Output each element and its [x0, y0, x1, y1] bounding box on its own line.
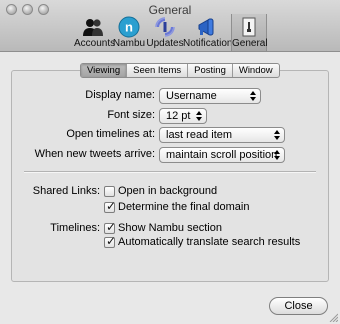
toolbar-notifications[interactable]: Notifications — [183, 16, 238, 50]
toolbar-updates-label: Updates — [146, 38, 184, 49]
resize-grip-icon[interactable] — [328, 312, 338, 322]
display-name-value: Username — [166, 90, 217, 102]
auto-translate-label: Automatically translate search results — [118, 236, 301, 248]
open-in-background-label: Open in background — [118, 185, 218, 197]
open-timelines-popup[interactable]: last read item — [159, 127, 285, 143]
determine-final-domain-label: Determine the final domain — [118, 201, 250, 213]
toolbar-nambu[interactable]: n Nambu — [112, 16, 146, 50]
show-nambu-section-checkbox[interactable]: ✓ — [104, 220, 117, 234]
tab-posting[interactable]: Posting — [188, 64, 233, 77]
toolbar-nambu-label: Nambu — [112, 38, 146, 49]
shared-links-label: Shared Links: — [32, 185, 100, 197]
new-tweets-label: When new tweets arrive: — [34, 148, 155, 160]
window-title: General — [148, 3, 192, 17]
new-tweets-popup[interactable]: maintain scroll position — [159, 147, 285, 163]
timelines-label: Timelines: — [50, 222, 100, 234]
preferences-window: General Accounts n Nambu Updates Notific… — [0, 0, 340, 324]
show-nambu-section-label: Show Nambu section — [118, 222, 222, 234]
open-timelines-label: Open timelines at: — [66, 128, 155, 140]
tab-viewing[interactable]: Viewing — [81, 64, 128, 77]
toolbar-updates[interactable]: Updates — [146, 16, 184, 50]
general-icon — [242, 17, 256, 37]
settings-tabs: Viewing Seen Items Posting Window — [80, 63, 280, 78]
accounts-icon — [83, 19, 103, 36]
close-button[interactable]: Close — [269, 297, 328, 315]
font-size-popup[interactable]: 12 pt — [159, 108, 207, 124]
toolbar-general-label: General — [232, 38, 268, 49]
checkmark-icon: ✓ — [106, 220, 117, 234]
updates-icon — [155, 17, 175, 37]
svg-text:n: n — [125, 20, 133, 35]
checkmark-icon: ✓ — [106, 199, 117, 213]
toolbar-notifications-label: Notifications — [183, 38, 238, 49]
toolbar-general[interactable]: General — [231, 14, 268, 51]
notifications-icon — [198, 18, 214, 36]
section-divider — [24, 171, 316, 173]
nambu-icon: n — [118, 16, 140, 38]
popup-arrows-icon — [273, 149, 281, 161]
font-size-label: Font size: — [107, 109, 155, 121]
title-toolbar-bar: General Accounts n Nambu Updates Notific… — [0, 0, 340, 52]
display-name-popup[interactable]: Username — [159, 88, 261, 104]
tab-window[interactable]: Window — [233, 64, 279, 77]
tab-seen-items[interactable]: Seen Items — [127, 64, 189, 77]
font-size-value: 12 pt — [166, 110, 191, 122]
toolbar-accounts-label: Accounts — [74, 38, 116, 49]
popup-arrows-icon — [249, 90, 257, 102]
popup-arrows-icon — [273, 129, 281, 141]
toolbar-accounts[interactable]: Accounts — [74, 16, 116, 50]
checkmark-icon: ✓ — [106, 234, 117, 248]
new-tweets-value: maintain scroll position — [166, 149, 278, 161]
open-timelines-value: last read item — [166, 129, 233, 141]
auto-translate-checkbox[interactable]: ✓ — [104, 234, 117, 248]
display-name-label: Display name: — [85, 89, 155, 101]
popup-arrows-icon — [195, 110, 203, 122]
determine-final-domain-checkbox[interactable]: ✓ — [104, 199, 117, 213]
open-in-background-checkbox[interactable] — [104, 186, 115, 197]
